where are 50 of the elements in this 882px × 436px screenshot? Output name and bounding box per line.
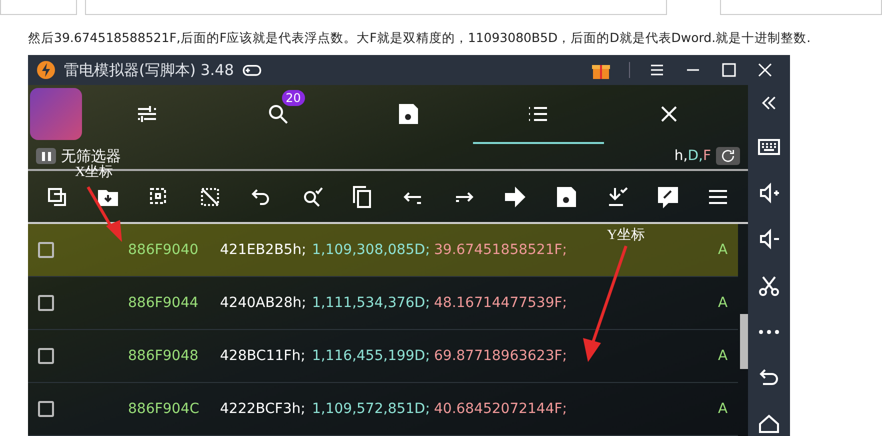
save-icon[interactable] bbox=[396, 102, 420, 126]
address-text: 886F9048 bbox=[128, 348, 200, 364]
value-text: A bbox=[718, 242, 728, 258]
float-value: 39.67451858521F; bbox=[434, 242, 568, 258]
text-field[interactable] bbox=[85, 0, 667, 15]
address-text: 886F9040 bbox=[128, 242, 200, 258]
float-value: 40.68452072144F; bbox=[434, 401, 568, 417]
text-field[interactable] bbox=[720, 0, 882, 15]
checkbox[interactable] bbox=[38, 242, 54, 258]
forward-arrow-icon[interactable] bbox=[503, 184, 528, 209]
scrollbar-thumb[interactable] bbox=[740, 314, 748, 369]
float-value: 69.87718963623F; bbox=[434, 348, 568, 364]
text-field[interactable] bbox=[0, 0, 77, 15]
annotation-arrow bbox=[86, 186, 122, 242]
result-row[interactable]: 886F9044 4240AB28h; 1,111,534,376D; 48.16714477539F; A bbox=[28, 277, 738, 330]
volume-up-icon[interactable] bbox=[757, 181, 781, 206]
pause-button[interactable] bbox=[36, 148, 56, 164]
hex-value: 421EB2B5h; bbox=[220, 242, 308, 258]
dword-value: 1,109,308,085D; bbox=[312, 242, 431, 258]
hex-value: 4222BCF3h; bbox=[220, 401, 306, 417]
dword-value: 1,109,572,851D; bbox=[312, 401, 431, 417]
dword-value: 1,116,455,199D; bbox=[312, 348, 431, 364]
volume-down-icon[interactable] bbox=[757, 227, 781, 252]
type-filter-label: h,D,F bbox=[674, 148, 711, 164]
checkbox[interactable] bbox=[38, 401, 54, 417]
value-text: A bbox=[718, 348, 728, 364]
refresh-icon[interactable] bbox=[720, 148, 736, 164]
address-text: 886F904C bbox=[128, 401, 200, 417]
address-text: 886F9044 bbox=[128, 295, 200, 311]
float-value: 48.16714477539F; bbox=[434, 295, 568, 311]
lightning-logo-icon bbox=[36, 60, 56, 80]
filter-label: 无筛选器 bbox=[61, 146, 121, 165]
count-badge: 20 bbox=[282, 90, 305, 106]
annotation-label: Y坐标 bbox=[607, 226, 646, 244]
edit-note-icon[interactable] bbox=[656, 184, 680, 209]
maximize-icon[interactable] bbox=[720, 61, 738, 79]
dword-value: 1,111,534,376D; bbox=[312, 295, 431, 311]
result-row[interactable]: 886F904C 4222BCF3h; 1,109,572,851D; 40.68452072144F; A bbox=[28, 383, 738, 436]
close-icon[interactable] bbox=[756, 61, 774, 79]
hex-value: 4240AB28h; bbox=[220, 295, 308, 311]
scissors-icon[interactable] bbox=[757, 274, 781, 298]
refresh-button[interactable] bbox=[716, 147, 740, 166]
checkbox[interactable] bbox=[38, 348, 54, 364]
window-title: 雷电模拟器(写脚本) 3.48 bbox=[64, 60, 234, 80]
checkbox[interactable] bbox=[38, 295, 54, 311]
hex-value: 428BC11Fh; bbox=[220, 348, 306, 364]
value-text: A bbox=[718, 295, 728, 311]
article-paragraph: 然后39.674518588521F,后面的F应该就是代表浮点数。大F就是双精度的，11093080B5D，后面的D就是代表Dword.就是十进制整数. bbox=[27, 29, 812, 47]
app-icon[interactable] bbox=[30, 88, 82, 140]
value-text: A bbox=[718, 401, 728, 417]
